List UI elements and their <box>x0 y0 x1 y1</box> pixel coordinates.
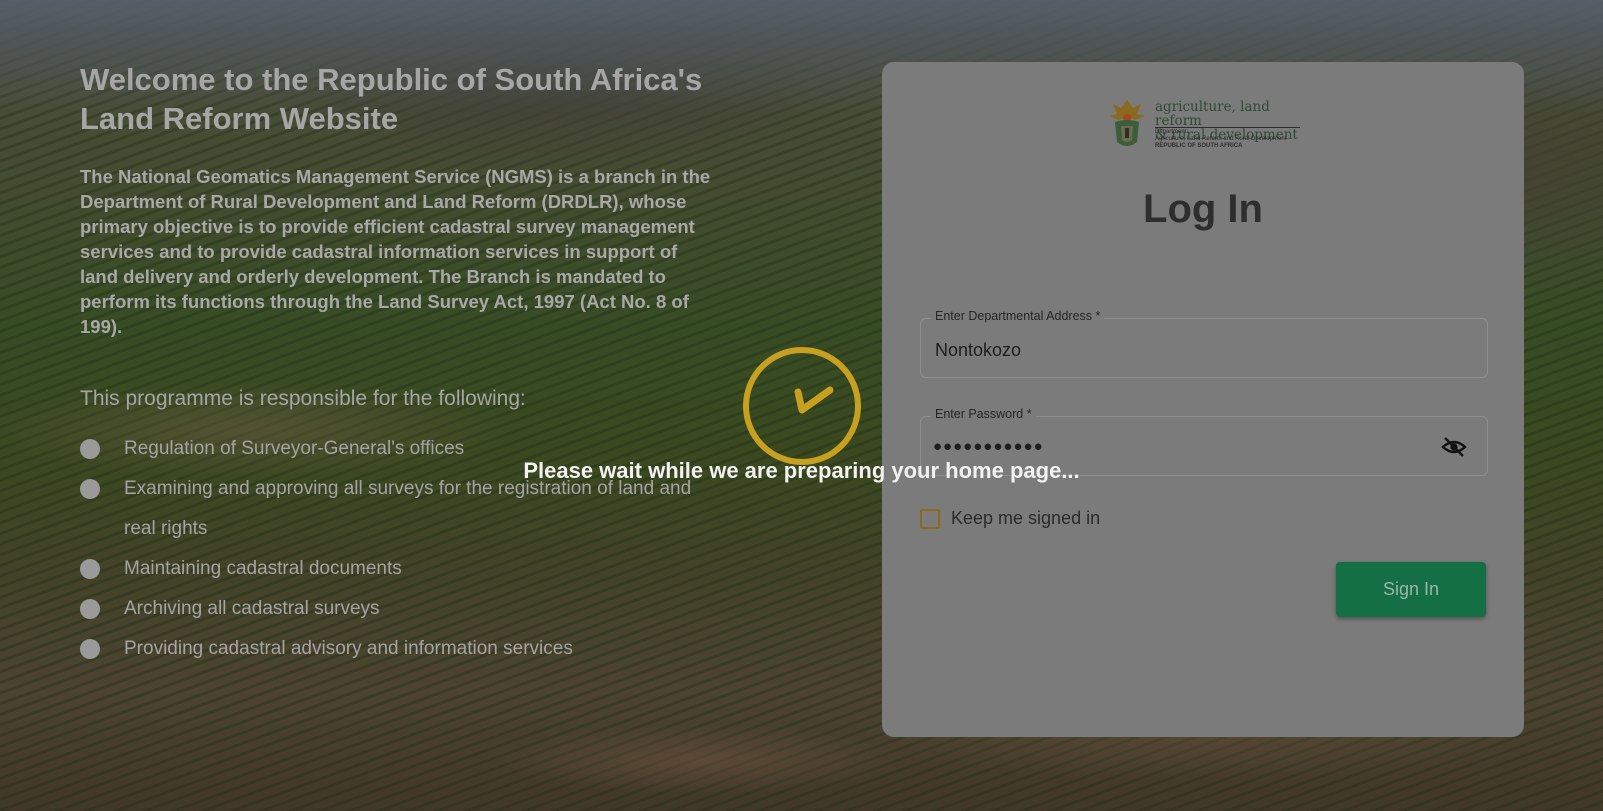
keep-signed-in-checkbox[interactable] <box>920 508 940 529</box>
list-item: Maintaining cadastral documents <box>80 549 720 589</box>
list-item-label: Providing cadastral advisory and informa… <box>124 638 573 659</box>
password-field-label: Enter Password * <box>931 407 1036 421</box>
logo-dept-name: Agriculture, Land Reform and Rural Devel… <box>1155 136 1287 142</box>
address-input[interactable] <box>933 339 1417 362</box>
welcome-title-line1: Welcome to the Republic of South Africa'… <box>80 62 703 97</box>
address-field[interactable]: Enter Departmental Address * <box>920 309 1488 378</box>
intro-paragraph: The National Geomatics Management Servic… <box>80 166 711 337</box>
list-item-label: Maintaining cadastral documents <box>124 558 402 579</box>
welcome-section: Welcome to the Republic of South Africa'… <box>80 60 720 669</box>
logo-line1: agriculture, land reform <box>1155 99 1270 129</box>
password-input[interactable]: ●●●●●●●●●●● <box>933 438 1413 455</box>
login-card: agriculture, land reform & rural develop… <box>882 62 1524 737</box>
logo-divider <box>1155 127 1300 128</box>
bullet-icon <box>80 439 100 459</box>
coat-of-arms-icon <box>1109 100 1145 146</box>
bullet-icon <box>80 599 100 619</box>
welcome-title-line2: Land Reform Website <box>80 101 399 136</box>
keep-signed-in-label: Keep me signed in <box>951 508 1101 528</box>
address-field-label: Enter Departmental Address * <box>931 309 1105 323</box>
login-title: Log In <box>1143 187 1263 231</box>
loading-message: Please wait while we are preparing your … <box>523 458 1080 483</box>
bullet-icon <box>80 559 100 579</box>
logo-country: REPUBLIC OF SOUTH AFRICA <box>1155 143 1243 149</box>
sign-in-button[interactable]: Sign In <box>1336 562 1486 617</box>
bullet-icon <box>80 639 100 659</box>
logo-dept: Department: <box>1155 129 1189 135</box>
list-item: Archiving all cadastral surveys <box>80 589 720 629</box>
list-item-label: Regulation of Surveyor-General's offices <box>124 438 465 459</box>
list-item: Providing cadastral advisory and informa… <box>80 629 720 669</box>
logo-subtext: Department: Agriculture, Land Reform and… <box>1155 129 1286 150</box>
welcome-title: Welcome to the Republic of South Africa'… <box>80 60 720 138</box>
department-logo: agriculture, land reform & rural develop… <box>1107 98 1307 154</box>
list-item-label: Archiving all cadastral surveys <box>124 598 380 619</box>
list-item-label: Examining and approving all surveys for … <box>124 478 692 539</box>
loading-clock-icon <box>743 347 861 465</box>
eye-off-icon[interactable] <box>1441 436 1467 458</box>
programme-heading: This programme is responsible for the fo… <box>80 387 526 410</box>
keep-signed-in[interactable]: Keep me signed in <box>920 508 1100 529</box>
